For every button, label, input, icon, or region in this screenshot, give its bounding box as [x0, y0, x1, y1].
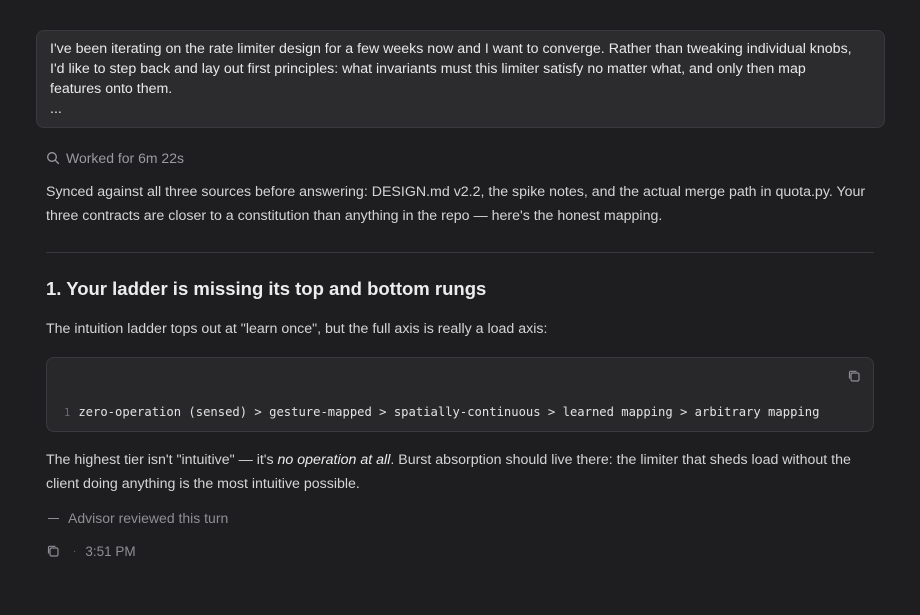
code-text: zero-operation (sensed) > gesture-mapped… [78, 405, 820, 419]
line-number: 1 [64, 407, 71, 419]
timestamp: 3:51 PM [85, 543, 136, 559]
paragraph: The highest tier isn't "intuitive" — it'… [46, 448, 876, 496]
paragraph: The intuition ladder tops out at "learn … [46, 321, 548, 337]
copy-icon[interactable] [847, 369, 861, 383]
dash-icon [48, 517, 59, 519]
code-line: 1 zero-operation (sensed) > gesture-mappe… [64, 403, 819, 422]
advisor-note[interactable]: Advisor reviewed this turn [46, 508, 228, 528]
section-heading: 1. Your ladder is missing its top and bo… [46, 278, 487, 299]
intro-paragraph: Synced against all three sources before … [46, 184, 866, 224]
search-icon [47, 152, 60, 165]
user-message-line: features onto them. [50, 81, 173, 97]
divider [46, 252, 874, 253]
copy-icon[interactable] [46, 544, 60, 558]
worked-label: Worked for 6m 22s [66, 150, 185, 166]
paragraph-text: The highest tier isn't "intuitive" — it'… [46, 452, 278, 468]
user-message-bubble: I've been iterating on the rate limiter … [36, 30, 885, 128]
advisor-label: Advisor reviewed this turn [68, 510, 229, 526]
emphasis-text: no operation at all [277, 452, 391, 468]
message-footer: · 3:51 PM [46, 541, 136, 561]
user-message-ellipsis[interactable]: ... [50, 99, 872, 119]
worked-status[interactable]: Worked for 6m 22s [46, 148, 184, 168]
separator-dot: · [73, 545, 77, 557]
user-message-line: I've been iterating on the rate limiter … [50, 41, 852, 57]
code-block: 1 zero-operation (sensed) > gesture-mappe… [46, 357, 874, 432]
user-message-line: I'd like to step back and lay out first … [50, 61, 806, 77]
